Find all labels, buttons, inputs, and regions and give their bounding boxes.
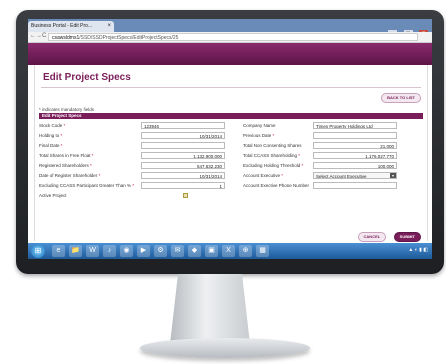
window-icon[interactable]: ▣ xyxy=(205,245,218,257)
folder-icon[interactable]: 📁 xyxy=(69,245,82,257)
browser-tab[interactable]: Business Portal - Edit Pro... × xyxy=(28,21,114,32)
mail-icon[interactable]: ✉ xyxy=(171,245,184,257)
word-icon[interactable]: W xyxy=(86,245,99,257)
mandatory-note: * indicates mandatory fields xyxy=(39,107,95,112)
excel-icon[interactable]: X xyxy=(222,245,235,257)
taskbar: ⊞ e 📁 W ♪ ◉ ▶ ⚙ ✉ ◆ ▣ X ⊕ ▦ ▲ ◐ ▮ ◧ xyxy=(28,243,432,259)
media-icon[interactable]: ♪ xyxy=(103,245,116,257)
monitor-screen: Business Portal - Edit Pro... × _ □ x ← … xyxy=(28,19,432,259)
tab-close-icon[interactable]: × xyxy=(107,21,111,32)
register-date-label: Date of Register Shareholder * xyxy=(39,173,101,178)
registered-shareholders-label: Registered Shareholders * xyxy=(39,163,92,168)
form-row: Active Project xyxy=(39,191,423,201)
system-tray[interactable]: ▲ ◐ ▮ ◧ xyxy=(408,247,428,253)
registered-shareholders-field[interactable]: 547,632,230 xyxy=(141,162,225,169)
content-panel: Edit Project Specs BACK TO LIST * indica… xyxy=(34,65,428,243)
back-to-list-button[interactable]: BACK TO LIST xyxy=(381,93,421,103)
project-specs-form: Stock Code * 123946 Company Name Times P… xyxy=(39,121,423,201)
free-float-field[interactable]: 1,132,900,000 xyxy=(141,152,225,159)
cancel-button[interactable]: CANCEL xyxy=(357,232,387,242)
holding-to-field[interactable]: 10/31/2014 xyxy=(141,132,225,139)
account-executive-value: Select Account Executive xyxy=(316,174,367,179)
ccass-shareholding-field[interactable]: 1,176,027,770 xyxy=(313,152,397,159)
stock-code-label: Stock Code * xyxy=(39,123,66,128)
form-row: Total Shares in Free Float * 1,132,900,0… xyxy=(39,151,423,161)
chrome-icon[interactable]: ◉ xyxy=(120,245,133,257)
monitor-stand-base xyxy=(140,338,310,358)
form-actions: CANCEL SUBMIT xyxy=(355,225,421,243)
form-row: Holding to * 10/31/2014 Previous Date * xyxy=(39,131,423,141)
form-row: Stock Code * 123946 Company Name Times P… xyxy=(39,121,423,131)
browser-tab-bar: Business Portal - Edit Pro... × _ □ x xyxy=(28,19,432,37)
company-name-label: Company Name xyxy=(243,123,276,128)
submit-button[interactable]: SUBMIT xyxy=(393,232,421,242)
reload-icon[interactable]: C xyxy=(42,33,46,39)
monitor-bezel: Business Portal - Edit Pro... × _ □ x ← … xyxy=(16,10,444,274)
ccass-participant-field[interactable]: 1 xyxy=(141,182,225,189)
player-icon[interactable]: ▶ xyxy=(137,245,150,257)
free-float-label: Total Shares in Free Float * xyxy=(39,153,94,158)
final-date-field[interactable] xyxy=(141,142,225,149)
company-name-field[interactable]: Times Property Holdings Ltd xyxy=(313,122,397,129)
web-page: Edit Project Specs BACK TO LIST * indica… xyxy=(28,43,432,243)
holding-threshold-field[interactable]: 100,000 xyxy=(313,162,397,169)
final-date-label: Final Date * xyxy=(39,143,63,148)
total-non-consenting-field[interactable]: 21,000 xyxy=(313,142,397,149)
previous-date-field[interactable] xyxy=(313,132,397,139)
address-bar: ← → C csawsldms1/SSD/SSDProjectSpecs/Edi… xyxy=(28,32,432,43)
ie-icon[interactable]: e xyxy=(52,245,65,257)
holding-threshold-label: Excluding Holding Threshold * xyxy=(243,163,304,168)
active-project-label: Active Project xyxy=(39,193,67,198)
account-executive-label: Account Executive * xyxy=(243,173,284,178)
form-row: Date of Register Shareholder * 10/31/201… xyxy=(39,171,423,181)
total-non-consenting-label: Total Non Consenting Shares xyxy=(243,143,302,148)
header-band xyxy=(28,43,432,65)
url-input[interactable]: csawsldms1/SSD/SSDProjectSpecs/EditProje… xyxy=(48,33,418,41)
form-row: Final Date * Total Non Consenting Shares… xyxy=(39,141,423,151)
stock-code-field[interactable]: 123946 xyxy=(141,122,225,129)
url-path: /SSD/SSDProjectSpecs/EditProjectSpecs/25 xyxy=(79,35,179,41)
ccass-shareholding-label: Total CCASS Shareholding * xyxy=(243,153,301,158)
account-phone-field[interactable] xyxy=(313,182,397,189)
settings-icon[interactable]: ⚙ xyxy=(154,245,167,257)
url-host: csawsldms1 xyxy=(52,35,80,41)
title-divider xyxy=(41,87,421,88)
register-date-field[interactable]: 10/31/2014 xyxy=(141,172,225,179)
holding-to-label: Holding to * xyxy=(39,133,63,138)
browser-icon[interactable]: ⊕ xyxy=(239,245,252,257)
active-project-checkbox[interactable] xyxy=(183,193,188,198)
app-icon[interactable]: ◆ xyxy=(188,245,201,257)
form-row: Excluding CCASS Participant Greater Than… xyxy=(39,181,423,191)
grid-app-icon[interactable]: ▦ xyxy=(256,245,269,257)
monitor-stand-neck xyxy=(170,274,250,344)
previous-date-label: Previous Date * xyxy=(243,133,275,138)
browser-tab-title: Business Portal - Edit Pro... xyxy=(31,23,93,29)
form-row: Registered Shareholders * 547,632,230 Ex… xyxy=(39,161,423,171)
section-header: Edit Project Specs xyxy=(39,113,423,119)
account-phone-label: Account Exective Phone Number xyxy=(243,183,310,188)
ccass-participant-label: Excluding CCASS Participant Greater Than… xyxy=(39,183,134,188)
account-executive-select[interactable]: Select Account Executive ▾ xyxy=(313,172,397,179)
page-title: Edit Project Specs xyxy=(43,72,131,83)
chevron-down-icon[interactable]: ▾ xyxy=(390,173,396,178)
start-button-icon[interactable]: ⊞ xyxy=(31,244,45,258)
